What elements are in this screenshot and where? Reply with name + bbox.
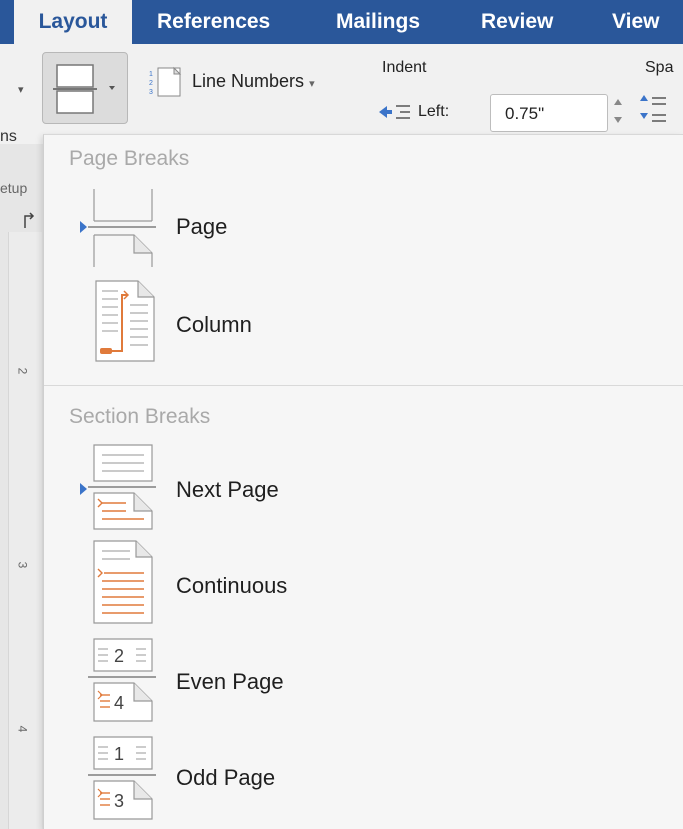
tab-view[interactable]: View [612,0,659,44]
section-header-page-breaks: Page Breaks [69,147,190,170]
odd-page-icon: 1 3 [88,736,156,820]
ribbon-tab-bar: Layout References Mailings Review View [0,0,683,44]
indent-left-stepper[interactable] [612,95,624,127]
ruler-number: 4 [15,725,30,733]
menu-item-label: Continuous [176,573,288,598]
menu-divider [44,385,683,386]
even-page-icon: 2 4 [88,638,156,722]
menu-item-column[interactable]: Column [44,277,683,373]
menu-item-next-page[interactable]: Next Page [44,441,683,537]
page-setup-group-label: etup [0,180,28,196]
bottom-page-number: 3 [114,791,124,811]
dropdown-caret-icon[interactable]: ▾ [18,83,24,96]
tab-references[interactable]: References [157,0,270,44]
breaks-icon [53,64,115,114]
vertical-ruler: 2 3 4 [8,232,42,829]
menu-item-page[interactable]: Page [44,181,683,277]
tab-review[interactable]: Review [481,0,553,44]
section-header-section-breaks: Section Breaks [69,405,211,428]
menu-item-label: Page [176,214,228,239]
ruler-number: 2 [15,367,30,375]
continuous-icon [93,540,153,624]
page-break-icon [88,189,156,267]
ruler-number: 3 [15,561,30,569]
top-page-number: 1 [114,744,124,764]
svg-text:3: 3 [149,89,153,96]
svg-text:1: 1 [149,71,153,78]
tab-layout[interactable]: Layout [14,0,132,44]
spacing-before-icon [640,95,666,122]
breaks-dropdown-menu: Page Breaks Page Column Section Breaks N… [43,134,683,829]
menu-item-label: Column [176,312,252,337]
indent-left-icon [379,105,410,119]
bottom-page-number: 4 [114,693,124,713]
menu-item-label: Odd Page [176,765,276,790]
tab-stop-icon[interactable] [22,210,38,230]
menu-item-even-page[interactable]: 2 4 Even Page [44,633,683,729]
svg-text:2: 2 [149,80,153,87]
column-break-icon [95,280,155,362]
menu-item-odd-page[interactable]: 1 3 Odd Page [44,729,683,825]
next-page-icon [88,444,156,530]
line-numbers-button[interactable]: Line Numbers ▾ [192,71,315,92]
line-numbers-icon[interactable]: 1 2 3 [148,66,184,100]
top-page-number: 2 [114,646,124,666]
spacing-label: Spa [645,59,674,76]
indent-left-label: Left: [418,103,450,120]
menu-item-label: Even Page [176,669,284,694]
menu-item-label: Next Page [176,477,279,502]
breaks-button[interactable] [42,52,128,124]
tab-mailings[interactable]: Mailings [336,0,420,44]
menu-item-continuous[interactable]: Continuous [44,537,683,633]
indent-left-input[interactable]: 0.75" [490,94,608,132]
indent-label: Indent [382,59,427,76]
